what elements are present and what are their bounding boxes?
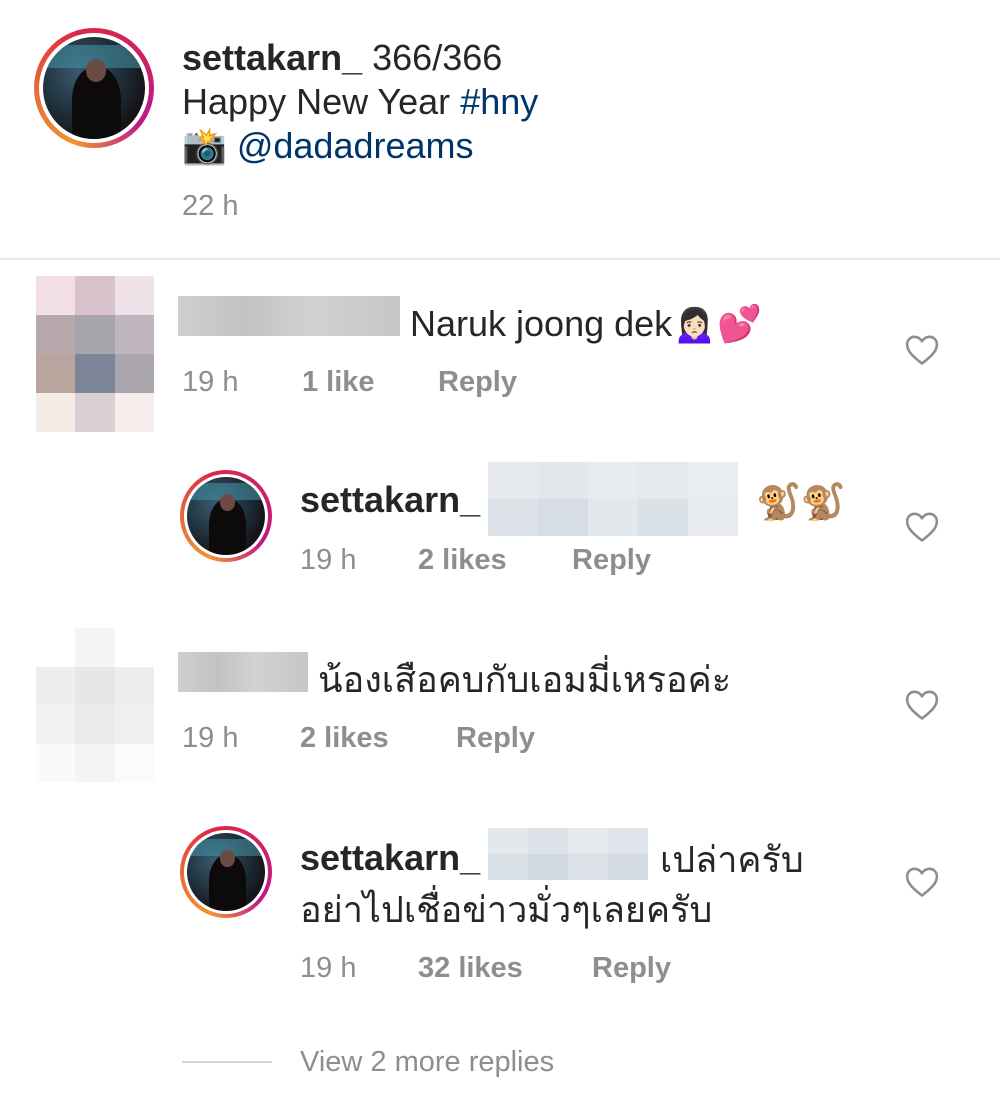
like-heart-icon[interactable] xyxy=(905,334,939,366)
reply-author-avatar[interactable] xyxy=(180,826,272,918)
caption-text: Happy New Year xyxy=(182,81,461,122)
reply-button[interactable]: Reply xyxy=(438,366,517,399)
comment-likes[interactable]: 1 like xyxy=(302,366,375,399)
post-author-username[interactable]: settakarn_ xyxy=(182,37,362,78)
comment-text: Naruk joong dek🙍🏻‍♀️💕 xyxy=(410,303,762,344)
reply-likes[interactable]: 2 likes xyxy=(418,544,507,577)
reply-button[interactable]: Reply xyxy=(456,722,535,755)
reply-likes[interactable]: 32 likes xyxy=(418,952,523,985)
commenter-username-redacted[interactable] xyxy=(178,296,400,336)
comment-meta: 19 h xyxy=(182,366,238,399)
comment-text: น้องเสือคบกับเอมมี่เหรอค่ะ xyxy=(318,659,732,700)
mention-link[interactable]: @dadadreams xyxy=(237,125,474,166)
comment-time: 19 h xyxy=(182,366,239,398)
mention-redacted[interactable] xyxy=(488,828,648,880)
reply-text: เปล่าครับ xyxy=(660,839,804,880)
reply-button[interactable]: Reply xyxy=(572,544,651,577)
like-heart-icon[interactable] xyxy=(905,689,939,721)
post-counter: 366/366 xyxy=(372,37,503,78)
post-author-avatar[interactable] xyxy=(34,28,154,148)
view-more-replies-button[interactable]: View 2 more replies xyxy=(300,1046,554,1079)
hashtag-link[interactable]: #hny xyxy=(460,81,538,122)
divider xyxy=(0,258,1000,260)
mention-redacted[interactable] xyxy=(488,462,738,536)
commenter-username-redacted[interactable] xyxy=(178,652,308,692)
reply-time: 19 h xyxy=(300,952,357,984)
reply-text: อย่าไปเชื่อข่าวมั่วๆเลยครับ xyxy=(300,889,713,930)
reply-button[interactable]: Reply xyxy=(592,952,671,985)
reply-author-username[interactable]: settakarn_ xyxy=(300,836,480,880)
reply-text-emoji: 🐒🐒 xyxy=(756,481,846,522)
view-more-replies-line xyxy=(182,1061,272,1063)
comment-time: 19 h xyxy=(182,722,239,754)
reply-time: 19 h xyxy=(300,544,357,576)
reply-author-avatar[interactable] xyxy=(180,470,272,562)
post-caption-line1: settakarn_ 366/366 xyxy=(182,36,502,80)
post-caption-line2: Happy New Year #hny xyxy=(182,80,538,124)
reply-author-username[interactable]: settakarn_ xyxy=(300,478,480,522)
like-heart-icon[interactable] xyxy=(905,511,939,543)
comment-likes[interactable]: 2 likes xyxy=(300,722,389,755)
commenter-avatar-pixelated[interactable] xyxy=(36,628,154,782)
commenter-avatar-pixelated[interactable] xyxy=(36,276,154,432)
post-time: 22 h xyxy=(182,190,239,222)
like-heart-icon[interactable] xyxy=(905,866,939,898)
camera-icon: 📸 xyxy=(182,125,227,166)
post-caption-line3: 📸 @dadadreams xyxy=(182,124,474,168)
